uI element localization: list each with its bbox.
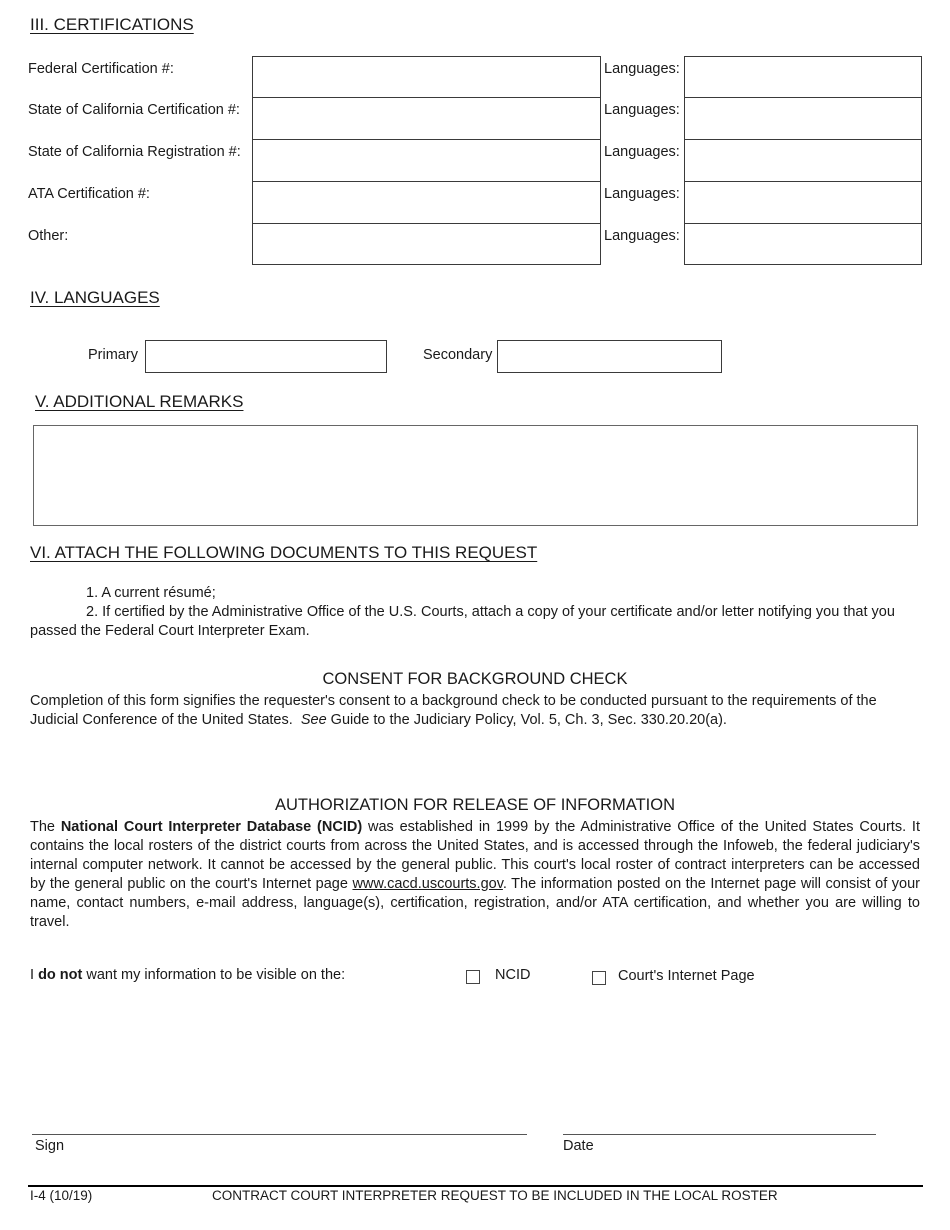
languages-label: Languages: (604, 228, 680, 244)
ata-certification-input[interactable] (252, 181, 601, 224)
footer-divider (28, 1185, 923, 1187)
visibility-text: want my information to be visible on the… (82, 967, 346, 983)
signature-line[interactable] (32, 1134, 527, 1135)
ca-registration-input[interactable] (252, 139, 601, 182)
languages-label: Languages: (604, 144, 680, 160)
consent-text-line1: Completion of this form signifies the re… (30, 693, 877, 709)
attachment-item-certificate: 2. If certified by the Administrative Of… (86, 604, 895, 620)
form-title: CONTRACT COURT INTERPRETER REQUEST TO BE… (212, 1188, 778, 1203)
consent-text-part: Judicial Conference of the United States… (30, 712, 301, 728)
authorization-paragraph: The National Court Interpreter Database … (30, 818, 920, 932)
primary-language-input[interactable] (145, 340, 387, 373)
federal-certification-label: Federal Certification #: (28, 61, 174, 77)
languages-label: Languages: (604, 61, 680, 77)
attachments-heading: VI. ATTACH THE FOLLOWING DOCUMENTS TO TH… (30, 543, 538, 562)
ca-registration-label: State of California Registration #: (28, 144, 241, 160)
date-line[interactable] (563, 1134, 876, 1135)
other-certification-label: Other: (28, 228, 69, 244)
federal-certification-input[interactable] (252, 56, 601, 98)
ca-registration-languages-input[interactable] (684, 139, 922, 182)
languages-label: Languages: (604, 102, 680, 118)
ncid-name: National Court Interpreter Database (NCI… (60, 819, 363, 835)
authorization-text: The (30, 819, 61, 835)
do-not-bold: do not (38, 967, 83, 983)
other-certification-languages-input[interactable] (684, 223, 922, 265)
ata-certification-languages-input[interactable] (684, 181, 922, 224)
visibility-statement: I do not want my information to be visib… (30, 967, 345, 983)
ca-certification-input[interactable] (252, 97, 601, 140)
attachment-item-certificate-cont: passed the Federal Court Interpreter Exa… (30, 623, 310, 639)
internet-page-checkbox[interactable] (592, 971, 606, 985)
consent-title: CONSENT FOR BACKGROUND CHECK (322, 670, 628, 688)
remarks-heading: V. ADDITIONAL REMARKS (35, 392, 244, 411)
see-italic: See (300, 712, 327, 728)
court-website-link[interactable]: www.cacd.uscourts.gov (352, 876, 502, 892)
ncid-checkbox[interactable] (466, 970, 480, 984)
certifications-heading: III. CERTIFICATIONS (30, 15, 194, 34)
primary-language-label: Primary (88, 347, 138, 363)
consent-text-line2: Judicial Conference of the United States… (30, 711, 727, 730)
visibility-text: I (30, 967, 39, 983)
authorization-title: AUTHORIZATION FOR RELEASE OF INFORMATION (275, 796, 675, 814)
form-id: I-4 (10/19) (30, 1188, 93, 1203)
federal-certification-languages-input[interactable] (684, 56, 922, 98)
ca-certification-label: State of California Certification #: (28, 102, 240, 118)
secondary-language-input[interactable] (497, 340, 722, 373)
secondary-language-label: Secondary (423, 347, 493, 363)
ca-certification-languages-input[interactable] (684, 97, 922, 140)
ata-certification-label: ATA Certification #: (28, 186, 150, 202)
sign-label: Sign (35, 1138, 65, 1154)
ncid-checkbox-label: NCID (495, 967, 531, 983)
additional-remarks-textarea[interactable] (33, 425, 918, 526)
other-certification-input[interactable] (252, 223, 601, 265)
date-label: Date (563, 1138, 594, 1154)
languages-heading: IV. LANGUAGES (30, 288, 160, 307)
attachment-item-resume: 1. A current résumé; (86, 585, 216, 601)
languages-label: Languages: (604, 186, 680, 202)
consent-guide-reference: Guide to the Judiciary Policy, Vol. 5, C… (326, 712, 727, 728)
internet-page-checkbox-label: Court's Internet Page (618, 968, 755, 984)
